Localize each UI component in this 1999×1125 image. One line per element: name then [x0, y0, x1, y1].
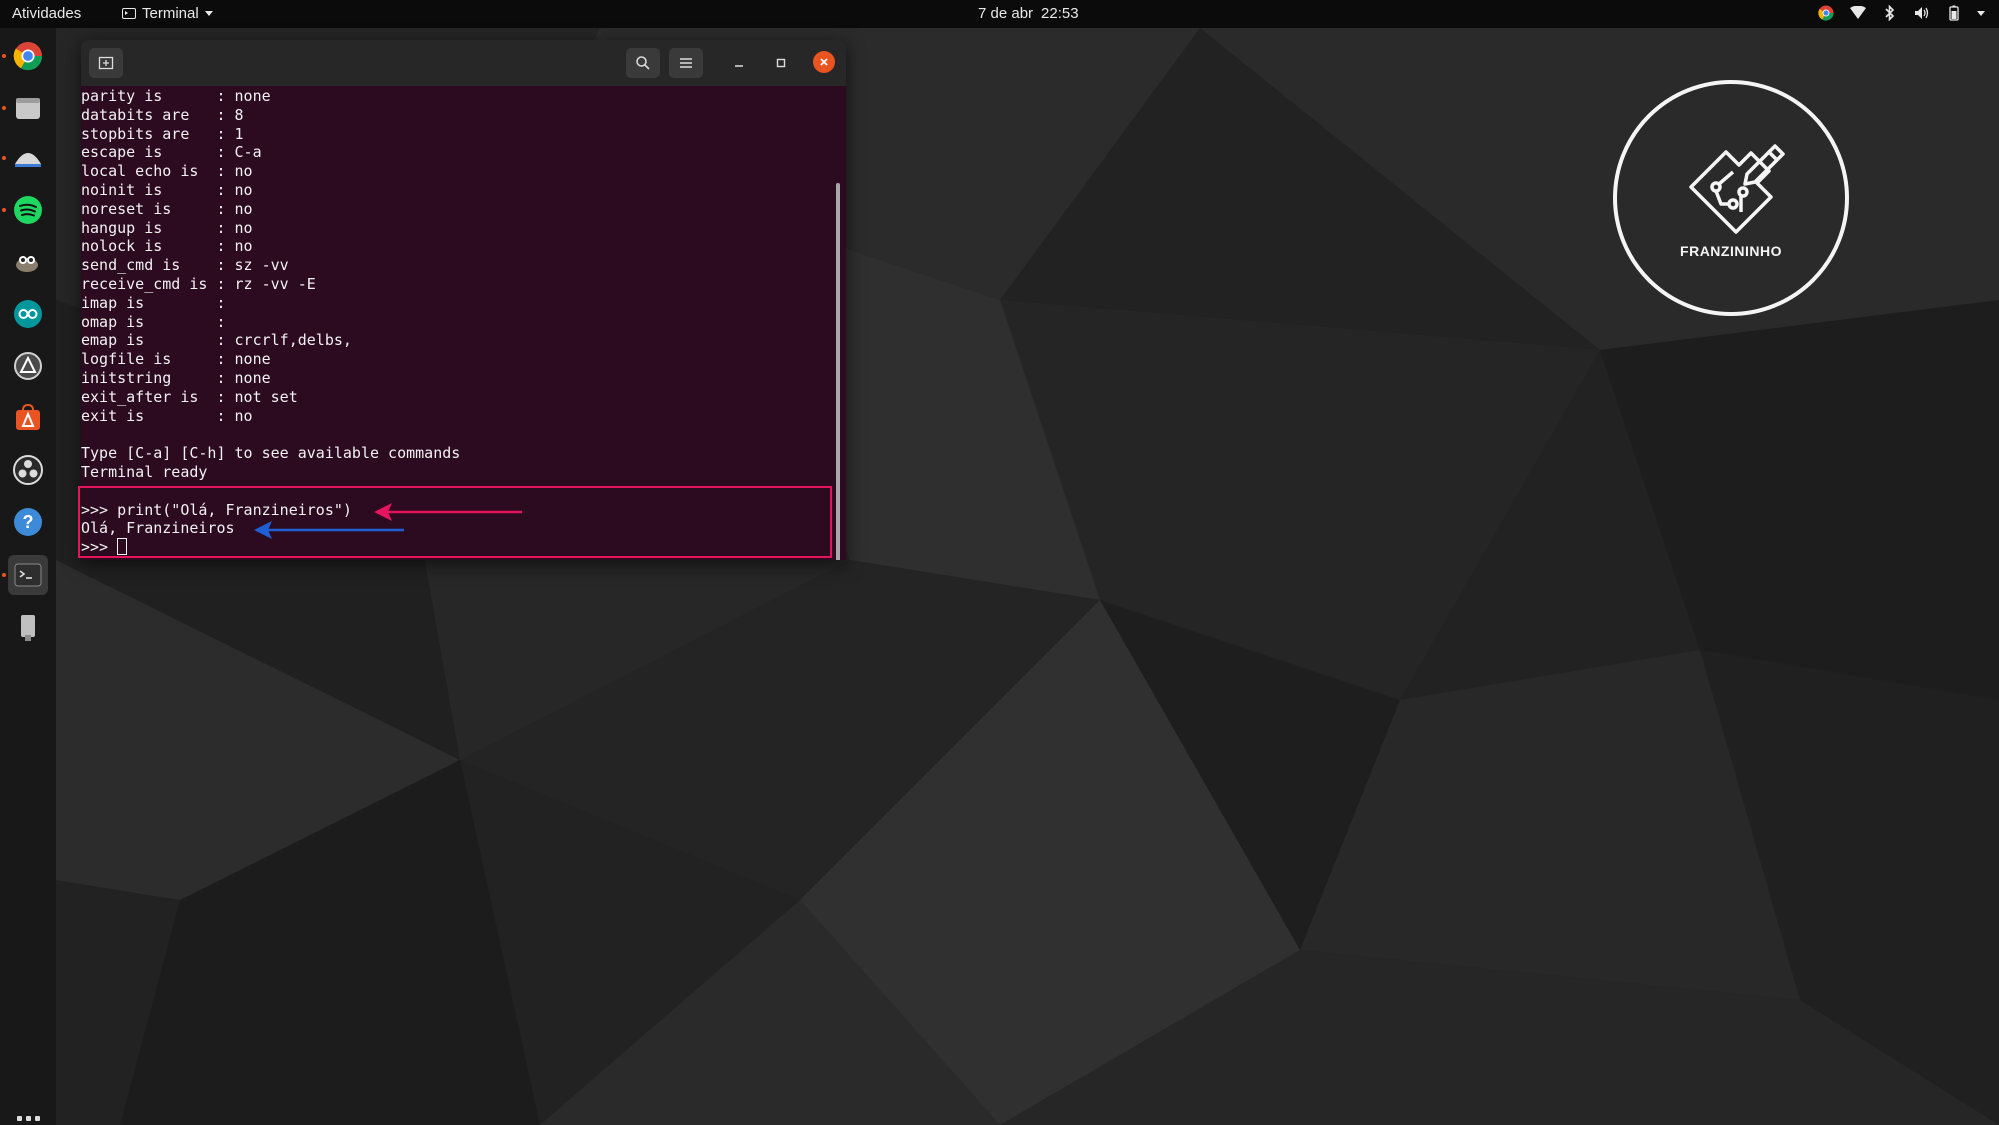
dock-item-software-updater[interactable] — [8, 346, 48, 386]
running-indicator — [2, 54, 6, 58]
search-icon — [636, 56, 650, 70]
battery-icon[interactable] — [1945, 4, 1963, 22]
obs-icon — [13, 455, 43, 485]
clock-time: 22:53 — [1041, 5, 1079, 22]
terminal-titlebar[interactable] — [81, 40, 846, 86]
app-menu[interactable]: Terminal — [122, 5, 213, 22]
dock-item-ubuntu-software[interactable] — [8, 398, 48, 438]
terminal-line: Type [C-a] [C-h] to see available comman… — [81, 444, 461, 463]
dock-item-arduino[interactable] — [8, 294, 48, 334]
terminal-line: local echo is : no — [81, 162, 253, 181]
terminal-icon — [14, 563, 42, 587]
system-menu-chevron-icon[interactable] — [1977, 10, 1985, 16]
terminal-line: imap is : — [81, 293, 226, 312]
terminal-line: logfile is : none — [81, 350, 271, 369]
running-indicator — [2, 208, 6, 212]
dock-item-files[interactable] — [2, 88, 48, 128]
new-tab-button[interactable] — [89, 48, 123, 78]
dock-item-help[interactable]: ? — [8, 502, 48, 542]
help-icon: ? — [14, 508, 42, 536]
wifi-icon[interactable] — [1849, 4, 1867, 22]
terminal-line: parity is : none — [81, 87, 271, 105]
minimize-icon — [735, 65, 743, 67]
terminal-line: noinit is : no — [81, 181, 253, 199]
dock: ? — [0, 28, 56, 1125]
terminal-line: hangup is : no — [81, 218, 253, 237]
terminal-line: emap is : crcrlf,delbs, — [81, 331, 352, 350]
chrome-icon[interactable] — [1817, 4, 1835, 22]
franzininho-logo: FRANZININHO — [1613, 80, 1849, 316]
software-store-icon — [16, 404, 40, 430]
running-indicator — [2, 106, 6, 110]
terminal-line: receive_cmd is : rz -vv -E — [81, 275, 316, 293]
terminal-line: initstring : none — [81, 369, 271, 387]
updater-icon — [14, 352, 42, 380]
close-button[interactable] — [813, 51, 835, 73]
terminal-window: parity is : none databits are : 8 stopbi… — [81, 40, 846, 560]
gimp-icon — [16, 256, 38, 272]
arduino-icon — [14, 300, 42, 328]
clock-date: 7 de abr — [978, 5, 1034, 22]
terminal-line: exit is : no — [81, 406, 253, 425]
dock-item-usb-drive[interactable] — [8, 608, 48, 648]
dock-item-obs[interactable] — [8, 450, 48, 490]
system-tray[interactable] — [1817, 4, 1985, 22]
app-grid-icon[interactable] — [17, 1116, 40, 1125]
dock-item-terminal[interactable] — [2, 555, 48, 595]
new-tab-icon — [98, 56, 114, 70]
hamburger-menu-icon — [680, 58, 692, 68]
spotify-icon — [14, 196, 42, 224]
app-menu-label: Terminal — [142, 5, 199, 22]
terminal-line: send_cmd is : sz -vv — [81, 256, 289, 275]
terminal-line: omap is : — [81, 312, 226, 331]
close-icon — [820, 58, 828, 66]
terminal-icon — [122, 8, 136, 19]
chevron-down-icon — [204, 11, 213, 16]
running-indicator — [2, 573, 6, 577]
volume-icon[interactable] — [1913, 4, 1931, 22]
activities-button[interactable]: Atividades — [12, 5, 81, 22]
terminal-line: escape is : C-a — [81, 143, 262, 162]
minimize-button[interactable] — [729, 53, 749, 73]
svg-text:?: ? — [23, 512, 34, 532]
scrollbar[interactable] — [836, 183, 840, 560]
terminal-line: nolock is : no — [81, 237, 253, 256]
search-button[interactable] — [626, 48, 660, 78]
chrome-icon — [13, 41, 43, 71]
terminal-line: exit_after is : not set — [81, 387, 298, 406]
bluetooth-icon[interactable] — [1881, 4, 1899, 22]
usb-drive-icon — [21, 615, 35, 641]
files-icon — [16, 98, 40, 119]
dock-item-chrome[interactable] — [2, 36, 48, 76]
terminal-line: noreset is : no — [81, 199, 253, 218]
dock-item-spotify[interactable] — [2, 190, 48, 230]
menu-button[interactable] — [669, 48, 703, 78]
running-indicator — [2, 156, 6, 160]
dock-item-wireshark[interactable] — [2, 138, 48, 178]
terminal-line: databits are : 8 — [81, 105, 244, 124]
maximize-icon — [776, 58, 786, 68]
highlight-box — [78, 486, 832, 558]
logo-text: FRANZININHO — [1680, 243, 1782, 259]
terminal-line: stopbits are : 1 — [81, 124, 244, 143]
circuit-board-pencil-icon — [1689, 144, 1785, 234]
maximize-button[interactable] — [771, 53, 791, 73]
shark-fin-icon — [15, 153, 41, 167]
dock-item-gimp[interactable] — [8, 242, 48, 282]
clock[interactable]: 7 de abr 22:53 — [978, 5, 1079, 22]
top-bar: Atividades Terminal 7 de abr 22:53 — [0, 0, 1999, 28]
terminal-line: Terminal ready — [81, 463, 208, 481]
